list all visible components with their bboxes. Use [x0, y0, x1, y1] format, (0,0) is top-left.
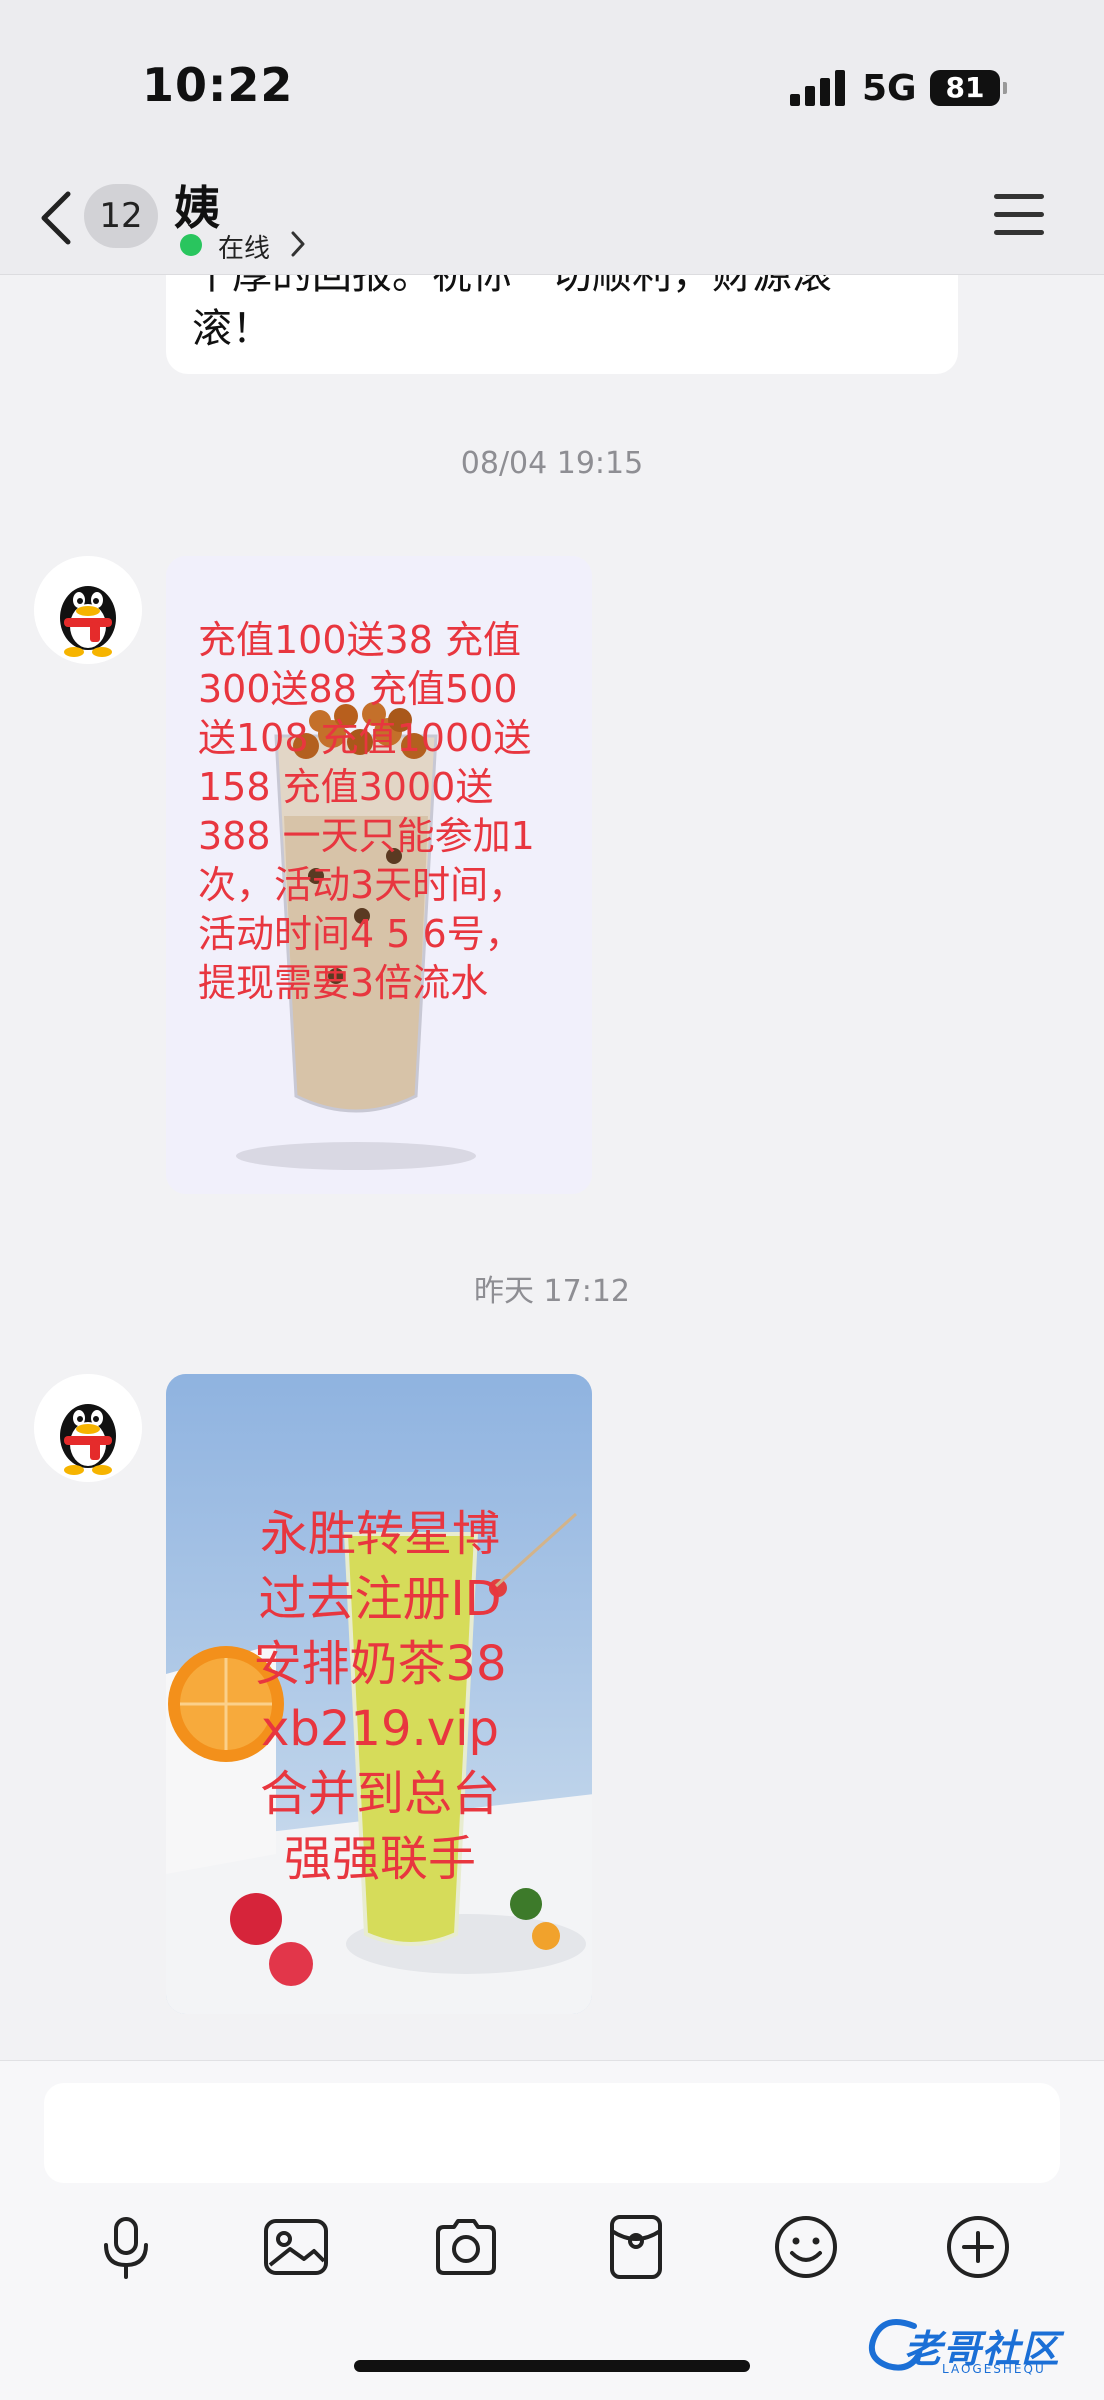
camera-button[interactable]	[430, 2211, 502, 2283]
battery-level: 81	[945, 71, 985, 104]
chevron-right-icon[interactable]	[288, 230, 308, 258]
red-packet-icon	[610, 2215, 662, 2279]
promo-text-line: 158 充值3000送	[198, 765, 494, 809]
status-bar: 10:22 5G 81	[0, 0, 1104, 160]
promo-text-line: 永胜转星博	[259, 1506, 500, 1562]
promo-text-block: 永胜转星博 过去注册ID 安排奶茶38 xb219.vip 合并到总台 强强联手	[166, 1502, 592, 1892]
promo-text-line: 次，活动3天时间，	[198, 863, 527, 907]
back-button[interactable]	[34, 188, 80, 248]
online-status-dot	[180, 234, 202, 256]
promo-image-message-1[interactable]: 充值100送38 充值 300送88 充值500 送108 充值1000送 15…	[166, 556, 592, 1194]
contact-name[interactable]: 姨	[174, 172, 220, 238]
chevron-left-icon	[41, 191, 71, 245]
more-options-button[interactable]	[942, 2211, 1014, 2283]
message-input[interactable]	[44, 2083, 1060, 2183]
contact-avatar[interactable]	[34, 556, 142, 664]
promo-text-line: 合并到总台	[259, 1766, 500, 1822]
promo-text-block: 充值100送38 充值 300送88 充值500 送108 充值1000送 15…	[198, 616, 535, 1008]
message-timestamp: 08/04 19:15	[460, 446, 644, 481]
promo-text-line: xb219.vip	[261, 1701, 499, 1757]
menu-icon[interactable]	[994, 194, 1046, 238]
emoji-icon	[775, 2216, 837, 2278]
emoji-button[interactable]	[770, 2211, 842, 2283]
microphone-icon	[104, 2217, 148, 2279]
promo-text-line: 安排奶茶38	[253, 1636, 507, 1692]
camera-icon	[436, 2219, 496, 2275]
photo-button[interactable]	[260, 2211, 332, 2283]
chat-header: 12 姨 在线	[0, 160, 1104, 275]
home-indicator[interactable]	[354, 2360, 750, 2372]
red-packet-button[interactable]	[600, 2211, 672, 2283]
online-status-label[interactable]: 在线	[218, 228, 270, 265]
watermark-logo: 老哥社区 LAOGESHEQU	[864, 2304, 1094, 2384]
status-time: 10:22	[142, 58, 294, 112]
promo-text-line: 提现需要3倍流水	[198, 961, 489, 1005]
battery-icon: 81	[930, 70, 1007, 106]
contact-avatar[interactable]	[34, 1374, 142, 1482]
image-icon	[264, 2219, 328, 2275]
watermark-subtext: LAOGESHEQU	[942, 2362, 1046, 2376]
unread-count-badge[interactable]: 12	[84, 184, 158, 248]
promo-text-line: 送108 充值1000送	[198, 716, 532, 760]
promo-text-line: 充值100送38 充值	[198, 618, 521, 662]
promo-text-line: 过去注册ID	[258, 1571, 502, 1627]
network-type: 5G	[862, 68, 917, 109]
plus-icon	[947, 2216, 1009, 2278]
promo-text-line: 强强联手	[283, 1831, 476, 1887]
promo-image-message-2[interactable]: 永胜转星博 过去注册ID 安排奶茶38 xb219.vip 合并到总台 强强联手	[166, 1374, 592, 2014]
cellular-signal-icon	[790, 70, 846, 106]
message-timestamp: 昨天 17:12	[474, 1274, 630, 1309]
penguin-avatar-icon	[34, 1374, 142, 1482]
promo-text-line: 活动时间4 5 6号，	[198, 912, 523, 956]
penguin-avatar-icon	[34, 556, 142, 664]
promo-text-line: 300送88 充值500	[198, 667, 518, 711]
voice-button[interactable]	[90, 2211, 162, 2283]
promo-text-line: 388 一天只能参加1	[198, 814, 535, 858]
message-text-line: 滚！	[192, 306, 272, 352]
